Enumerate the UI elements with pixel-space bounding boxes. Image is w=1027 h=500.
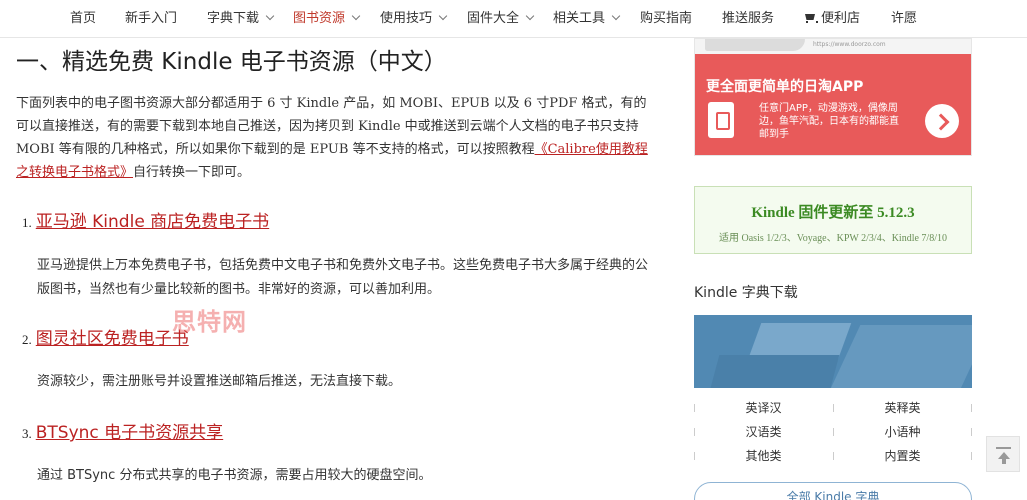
section-title: 2. 图灵社区免费电子书 [22,324,189,349]
nav-item-tools[interactable]: 相关工具 [553,0,621,38]
nav-item-tips[interactable]: 使用技巧 [380,0,448,38]
nav-item-firmware[interactable]: 固件大全 [467,0,535,38]
dict-link-en-en[interactable]: 英释英 [833,396,972,420]
firmware-update-box[interactable]: Kindle 固件更新至 5.12.3 适用 Oasis 1/2/3、Voyag… [694,186,972,254]
all-dictionaries-button[interactable]: 全部 Kindle 字典 [694,482,972,500]
article-content: 一、精选免费 Kindle 电子书资源（中文） 下面列表中的电子图书资源大部分都… [0,38,672,500]
arrow-stem [1002,458,1006,464]
section-number: 1. [22,215,32,230]
firmware-subtitle: 适用 Oasis 1/2/3、Voyage、KPW 2/3/4、Kindle 7… [719,233,947,244]
intro-text-end: 自行转换一下即可。 [133,165,251,180]
chevron-down-icon [611,11,621,21]
dictionary-banner-image[interactable] [694,315,972,388]
section-body: 资源较少，需注册账号并设置推送邮箱后推送，无法直接下载。 [37,374,402,389]
nav-label: 使用技巧 [380,11,433,26]
section-body: 亚马逊提供上万本免费电子书，包括免费中文电子书和免费外文电子书。这些免费电子书大… [37,258,649,297]
ad-url: https://www.doorzo.com [813,41,886,48]
ituring-free-books-link[interactable]: 图灵社区免费电子书 [36,329,189,349]
chevron-down-icon [265,11,275,21]
back-to-top-icon [996,447,1011,449]
sidebar: https://www.doorzo.com 更全面更简单的日淘APP 任意门A… [694,38,972,500]
nav-item-home[interactable]: 首页 [70,0,96,38]
chevron-right-icon[interactable] [925,104,959,138]
ad-body: 更全面更简单的日淘APP 任意门APP，动漫游戏，偶像周边，鱼竿汽配，日本有的都… [695,54,971,155]
section-title: 1. 亚马逊 Kindle 商店免费电子书 [22,207,269,232]
nav-item-books[interactable]: 图书资源 [293,0,361,38]
nav-label: 固件大全 [467,11,520,26]
app-ad-banner[interactable]: https://www.doorzo.com 更全面更简单的日淘APP 任意门A… [694,38,972,156]
ad-description: 任意门APP，动漫游戏，偶像周边，鱼竿汽配，日本有的都能直邮到手 [759,103,899,140]
dict-link-chinese[interactable]: 汉语类 [694,420,833,444]
banner-shape [708,355,840,388]
nav-label: 字典下载 [207,11,260,26]
ad-title: 更全面更简单的日淘APP [706,79,864,95]
dict-link-minor-languages[interactable]: 小语种 [833,420,972,444]
section-body: 通过 BTSync 分布式共享的电子书资源，需要占用较大的硬盘空间。 [37,468,432,483]
cart-icon [804,13,818,23]
nav-item-store[interactable]: 便利店 [804,0,860,38]
amazon-free-books-link[interactable]: 亚马逊 Kindle 商店免费电子书 [36,212,269,232]
btsync-resources-link[interactable]: BTSync 电子书资源共享 [36,423,223,443]
chevron-down-icon [438,11,448,21]
nav-label: 推送服务 [722,11,775,26]
nav-label: 首页 [70,11,97,26]
back-to-top-button[interactable] [986,436,1020,472]
nav-label: 新手入门 [125,11,178,26]
nav-item-beginner[interactable]: 新手入门 [125,0,177,38]
nav-item-buying-guide[interactable]: 购买指南 [640,0,692,38]
nav-label: 便利店 [821,11,861,26]
dict-link-other[interactable]: 其他类 [694,444,833,468]
ad-top-strip: https://www.doorzo.com [695,39,971,54]
section-number: 3. [22,426,32,441]
nav-label: 相关工具 [553,11,606,26]
banner-shape [827,325,972,388]
nav-label: 购买指南 [640,11,693,26]
firmware-title: Kindle 固件更新至 5.12.3 [751,205,915,221]
dict-link-builtin[interactable]: 内置类 [833,444,972,468]
chevron-down-icon [525,11,535,21]
nav-item-push-service[interactable]: 推送服务 [722,0,774,38]
chevron-down-icon [351,11,361,21]
nav-item-wish[interactable]: 许愿 [891,0,917,38]
section-title: 3. BTSync 电子书资源共享 [22,418,223,443]
page-title: 一、精选免费 Kindle 电子书资源（中文） [16,49,447,75]
intro-paragraph: 下面列表中的电子图书资源大部分都适用于 6 寸 Kindle 产品，如 MOBI… [16,92,656,184]
dict-link-en-zh[interactable]: 英译汉 [694,396,833,420]
nav-item-dictionary[interactable]: 字典下载 [207,0,275,38]
watermark: 思特网 [172,308,247,336]
dictionary-heading: Kindle 字典下载 [694,285,798,301]
section-number: 2. [22,332,32,347]
app-icon [708,102,734,138]
top-navigation: 首页 新手入门 字典下载 图书资源 使用技巧 固件大全 相关工具 购买指南 推送… [0,0,1027,38]
ad-graphic [705,39,805,51]
nav-label: 许愿 [891,11,918,26]
nav-label: 图书资源 [293,11,346,26]
